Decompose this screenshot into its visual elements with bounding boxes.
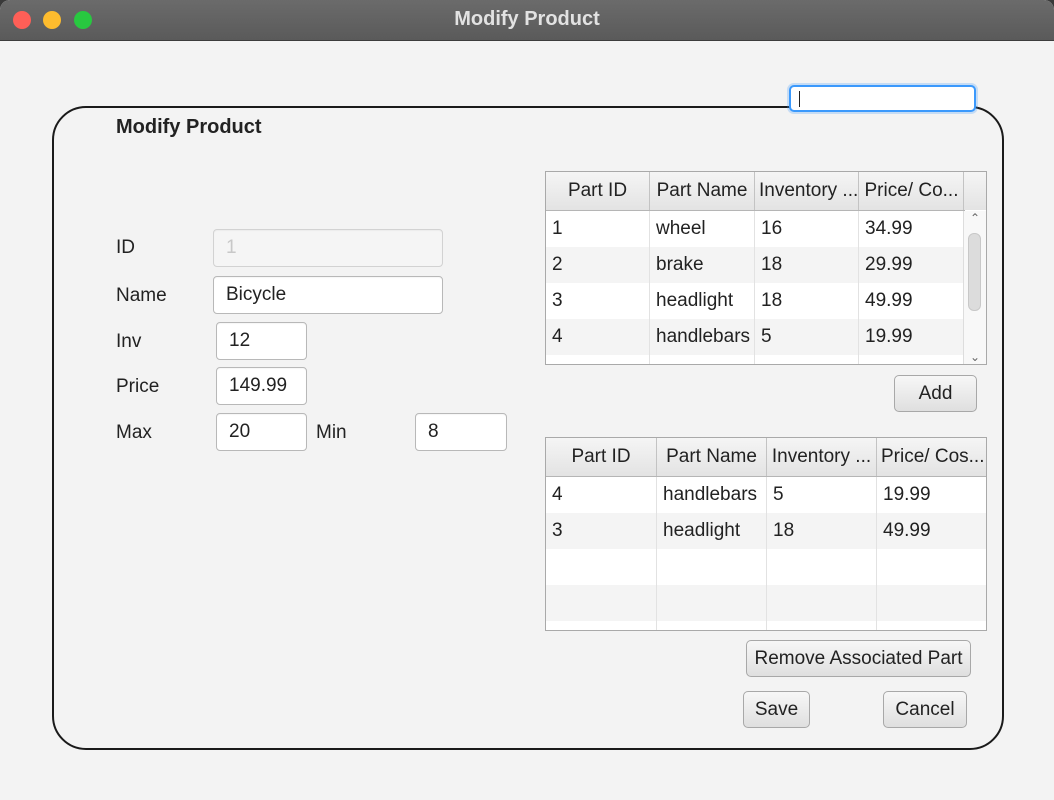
cell-part-name: handlebars xyxy=(657,477,767,513)
col-header-price[interactable]: Price/ Cos... xyxy=(877,438,986,476)
id-field: 1 xyxy=(213,229,443,267)
cell-price: 19.99 xyxy=(859,319,965,355)
col-header-part-id[interactable]: Part ID xyxy=(546,438,657,476)
cell-empty xyxy=(755,355,859,364)
table-row xyxy=(546,549,986,585)
table-body: 1 wheel 16 34.99 2 brake 18 29.99 3 head… xyxy=(546,211,965,364)
table-row[interactable]: 3 headlight 18 49.99 xyxy=(546,513,986,549)
cell-inventory: 18 xyxy=(755,283,859,319)
cell-empty xyxy=(650,355,755,364)
cell-empty xyxy=(877,549,986,585)
cell-part-id: 3 xyxy=(546,513,657,549)
name-field[interactable]: Bicycle xyxy=(213,276,443,314)
table-header: Part ID Part Name Inventory ... Price/ C… xyxy=(546,438,986,477)
table-row[interactable]: 4 handlebars 5 19.99 xyxy=(546,477,986,513)
cell-empty xyxy=(767,585,877,621)
remove-associated-part-button[interactable]: Remove Associated Part xyxy=(746,640,971,677)
col-header-part-name[interactable]: Part Name xyxy=(650,172,755,210)
all-parts-table[interactable]: Part ID Part Name Inventory ... Price/ C… xyxy=(545,171,987,365)
cell-empty xyxy=(546,621,657,630)
cell-inventory: 16 xyxy=(755,211,859,247)
cell-empty xyxy=(657,621,767,630)
page-title: Modify Product xyxy=(116,116,262,138)
name-label: Name xyxy=(116,285,167,306)
table-row[interactable]: 2 brake 18 29.99 xyxy=(546,247,965,283)
table-row xyxy=(546,585,986,621)
cell-inventory: 18 xyxy=(755,247,859,283)
price-field[interactable]: 149.99 xyxy=(216,367,307,405)
cell-empty xyxy=(546,549,657,585)
id-label: ID xyxy=(116,237,135,258)
cell-inventory: 5 xyxy=(755,319,859,355)
cell-price: 29.99 xyxy=(859,247,965,283)
cell-price: 34.99 xyxy=(859,211,965,247)
table-row[interactable] xyxy=(546,355,965,364)
window-title: Modify Product xyxy=(454,8,600,30)
cell-price: 19.99 xyxy=(877,477,986,513)
cell-empty xyxy=(657,585,767,621)
max-field[interactable]: 20 xyxy=(216,413,307,451)
inv-field[interactable]: 12 xyxy=(216,322,307,360)
cell-part-name: brake xyxy=(650,247,755,283)
cell-empty xyxy=(657,549,767,585)
title-bar[interactable]: Modify Product xyxy=(0,0,1054,41)
table-header: Part ID Part Name Inventory ... Price/ C… xyxy=(546,172,965,211)
scroll-down-icon[interactable]: ⌄ xyxy=(964,350,986,364)
col-header-price[interactable]: Price/ Co... xyxy=(859,172,965,210)
cell-inventory: 5 xyxy=(767,477,877,513)
cell-price: 49.99 xyxy=(859,283,965,319)
col-header-inventory[interactable]: Inventory ... xyxy=(767,438,877,476)
inv-label: Inv xyxy=(116,331,142,352)
cell-empty xyxy=(546,585,657,621)
cell-part-id: 4 xyxy=(546,477,657,513)
max-label: Max xyxy=(116,422,152,443)
cell-part-name: headlight xyxy=(650,283,755,319)
cell-empty xyxy=(877,621,986,630)
cell-part-id: 3 xyxy=(546,283,650,319)
min-field[interactable]: 8 xyxy=(415,413,507,451)
col-header-inventory[interactable]: Inventory ... xyxy=(755,172,859,210)
cell-part-name: handlebars xyxy=(650,319,755,355)
min-label: Min xyxy=(316,422,347,443)
table-row[interactable]: 1 wheel 16 34.99 xyxy=(546,211,965,247)
cell-part-id: 1 xyxy=(546,211,650,247)
window-content xyxy=(0,41,1054,800)
price-label: Price xyxy=(116,376,160,397)
cell-empty xyxy=(546,355,650,364)
vertical-scrollbar[interactable]: ⌃ ⌄ xyxy=(963,211,986,364)
header-corner xyxy=(963,172,986,210)
cancel-button[interactable]: Cancel xyxy=(883,691,967,728)
table-row[interactable]: 3 headlight 18 49.99 xyxy=(546,283,965,319)
associated-parts-table[interactable]: Part ID Part Name Inventory ... Price/ C… xyxy=(545,437,987,631)
scroll-up-icon[interactable]: ⌃ xyxy=(964,211,986,225)
table-row xyxy=(546,621,986,630)
save-button[interactable]: Save xyxy=(743,691,810,728)
add-button[interactable]: Add xyxy=(894,375,977,412)
cell-empty xyxy=(877,585,986,621)
cell-part-id: 2 xyxy=(546,247,650,283)
table-row[interactable]: 4 handlebars 5 19.99 xyxy=(546,319,965,355)
scroll-thumb[interactable] xyxy=(968,233,981,311)
cell-empty xyxy=(767,621,877,630)
cell-inventory: 18 xyxy=(767,513,877,549)
cell-part-name: wheel xyxy=(650,211,755,247)
cell-part-id: 4 xyxy=(546,319,650,355)
cell-empty xyxy=(767,549,877,585)
part-search-input[interactable] xyxy=(789,85,976,112)
col-header-part-name[interactable]: Part Name xyxy=(657,438,767,476)
text-caret xyxy=(799,91,800,107)
cell-price: 49.99 xyxy=(877,513,986,549)
table-body: 4 handlebars 5 19.99 3 headlight 18 49.9… xyxy=(546,477,986,630)
modify-product-window: Modify Product Modify Product ID 1 Name … xyxy=(0,0,1054,800)
col-header-part-id[interactable]: Part ID xyxy=(546,172,650,210)
cell-empty xyxy=(859,355,965,364)
cell-part-name: headlight xyxy=(657,513,767,549)
